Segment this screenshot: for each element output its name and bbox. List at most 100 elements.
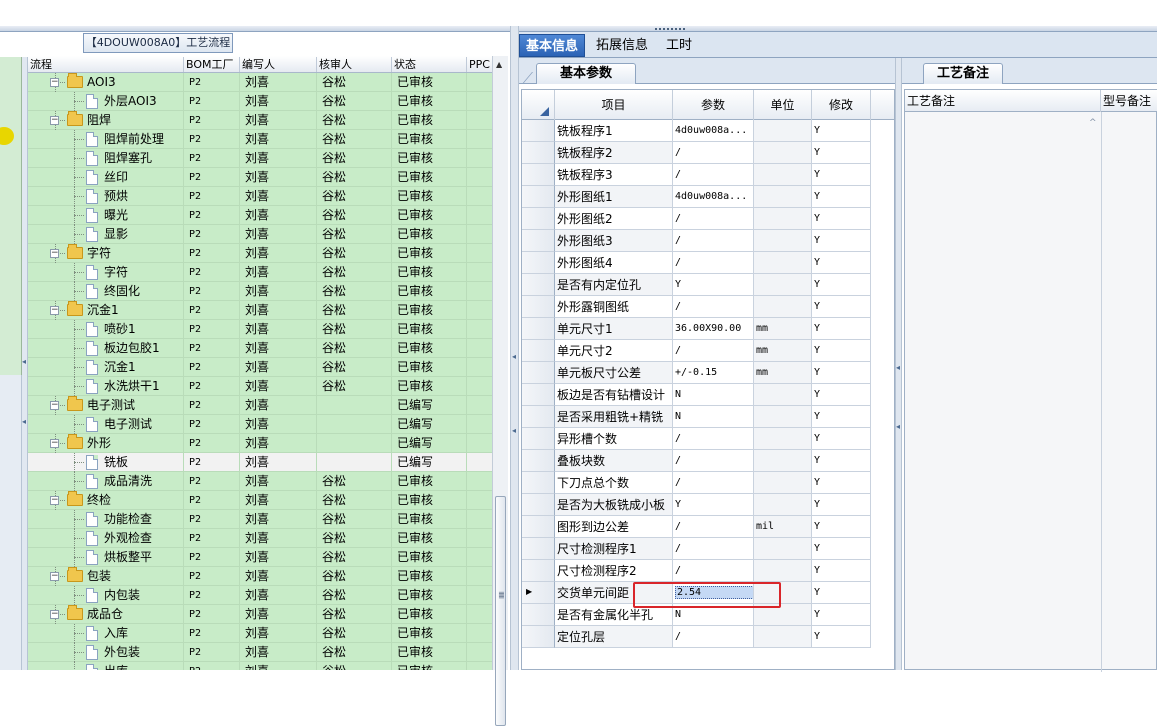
param-row[interactable]: 下刀点总个数 / Y [522,472,894,494]
param-cell-param[interactable]: / [673,428,754,450]
tree-item-row[interactable]: 显影 P2 刘喜 谷松 已审核 [28,225,492,244]
tree-item-row[interactable]: 水洗烘干1 P2 刘喜 谷松 已审核 [28,377,492,396]
notes-scroll-up-icon[interactable]: ^ [1089,118,1097,128]
row-header[interactable] [522,186,555,208]
row-header[interactable] [522,406,555,428]
param-cell-mod[interactable]: Y [812,186,871,208]
param-cell-unit[interactable] [754,274,812,296]
param-cell-param[interactable]: N [673,406,754,428]
param-cell-param[interactable]: / [673,142,754,164]
collapse-toggle-icon[interactable]: − [50,249,59,258]
param-cell-mod[interactable]: Y [812,318,871,340]
tree-item-row[interactable]: 字符 P2 刘喜 谷松 已审核 [28,263,492,282]
tree-folder-row[interactable]: − 电子测试 P2 刘喜 已编写 [28,396,492,415]
param-cell-unit[interactable] [754,164,812,186]
tree-item-row[interactable]: 曝光 P2 刘喜 谷松 已审核 [28,206,492,225]
param-cell-mod[interactable]: Y [812,340,871,362]
tree-folder-row[interactable]: − 包装 P2 刘喜 谷松 已审核 [28,567,492,586]
param-cell-unit[interactable] [754,560,812,582]
collapse-toggle-icon[interactable]: − [50,78,59,87]
tree-item-row[interactable]: 电子测试 P2 刘喜 已编写 [28,415,492,434]
col-author[interactable]: 编写人 [240,57,317,72]
param-cell-param[interactable]: / [673,208,754,230]
collapse-toggle-icon[interactable]: − [50,306,59,315]
param-cell-param[interactable]: Y [673,274,754,296]
param-cell-mod[interactable]: Y [812,428,871,450]
param-cell-unit[interactable]: mm [754,340,812,362]
param-row[interactable]: 外形露铜图纸 / Y [522,296,894,318]
param-row[interactable]: 铣板程序3/ Y [522,164,894,186]
scroll-up-icon[interactable]: ▲ [496,60,502,69]
param-row[interactable]: 板边是否有钻槽设计 N Y [522,384,894,406]
tree-item-row[interactable]: 外包装 P2 刘喜 谷松 已审核 [28,643,492,662]
param-cell-unit[interactable] [754,472,812,494]
tree-item-row[interactable]: 板边包胶1 P2 刘喜 谷松 已审核 [28,339,492,358]
param-row[interactable]: 是否有内定位孔 Y Y [522,274,894,296]
tree-item-row[interactable]: 入库 P2 刘喜 谷松 已审核 [28,624,492,643]
param-cell-mod[interactable]: Y [812,582,871,604]
param-cell-mod[interactable]: Y [812,384,871,406]
row-header[interactable] [522,362,555,384]
param-cell-param[interactable]: / [673,516,754,538]
row-header[interactable] [522,560,555,582]
param-cell-param[interactable]: / [673,164,754,186]
tree-item-row[interactable]: 阻焊前处理 P2 刘喜 谷松 已审核 [28,130,492,149]
param-row[interactable]: 尺寸检测程序2/ Y [522,560,894,582]
flow-title-tab[interactable]: 【4DOUW008A0】工艺流程 [83,33,233,53]
col-modify[interactable]: 修改 [812,90,871,120]
tree-item-row[interactable]: 沉金1 P2 刘喜 谷松 已审核 [28,358,492,377]
collapse-middle-icon[interactable]: ◂ [512,352,518,361]
tree-item-row[interactable]: 内包装 P2 刘喜 谷松 已审核 [28,586,492,605]
param-cell-param[interactable]: 36.00X90.00 [673,318,754,340]
param-cell-mod[interactable]: Y [812,472,871,494]
row-header[interactable] [522,516,555,538]
row-header[interactable] [522,340,555,362]
col-unit[interactable]: 单位 [754,90,812,120]
param-cell-param[interactable]: / [673,626,754,648]
tree-folder-row[interactable]: − 沉金1 P2 刘喜 谷松 已审核 [28,301,492,320]
tree-item-row[interactable]: 预烘 P2 刘喜 谷松 已审核 [28,187,492,206]
param-cell-param[interactable]: / [673,472,754,494]
tree-item-row[interactable]: 铣板 P2 刘喜 已编写 [28,453,492,472]
param-cell-unit[interactable] [754,384,812,406]
param-cell-mod[interactable]: Y [812,142,871,164]
param-cell-param[interactable]: / [673,252,754,274]
collapse-toggle-icon[interactable]: − [50,496,59,505]
middle-splitter[interactable]: ◂ ◂ [510,26,519,670]
collapse-right-icon-2[interactable]: ◂ [896,422,902,431]
param-cell-unit[interactable] [754,120,812,142]
param-cell-unit[interactable] [754,142,812,164]
row-header[interactable] [522,230,555,252]
row-header[interactable] [522,472,555,494]
tab-basic-info[interactable]: 基本信息 [519,34,586,57]
param-cell-param[interactable]: Y [673,494,754,516]
param-cell-unit[interactable] [754,428,812,450]
row-header-corner[interactable] [522,90,555,120]
param-cell-param[interactable]: / [673,340,754,362]
row-header[interactable] [522,208,555,230]
col-item[interactable]: 项目 [555,90,673,120]
col-process-notes[interactable]: 工艺备注 [905,90,1101,112]
param-row[interactable]: 铣板程序1 4d0uw008a... Y [522,120,894,142]
collapse-middle-icon-2[interactable]: ◂ [512,426,518,435]
row-header[interactable] [522,296,555,318]
row-header[interactable] [522,318,555,340]
tree-item-row[interactable]: 丝印 P2 刘喜 谷松 已审核 [28,168,492,187]
row-header[interactable] [522,142,555,164]
tab-basic-params[interactable]: 基本参数 [536,63,636,84]
param-cell-mod[interactable]: Y [812,604,871,626]
tree-item-row[interactable]: 终固化 P2 刘喜 谷松 已审核 [28,282,492,301]
param-row[interactable]: 外形图纸4/ Y [522,252,894,274]
param-cell-mod[interactable]: Y [812,406,871,428]
param-cell-unit[interactable]: mm [754,362,812,384]
param-row[interactable]: 是否为大板铣成小板 Y Y [522,494,894,516]
tree-item-row[interactable]: 烘板整平 P2 刘喜 谷松 已审核 [28,548,492,567]
param-cell-mod[interactable]: Y [812,230,871,252]
tab-work-hours[interactable]: 工时 [660,34,698,57]
param-cell-unit[interactable] [754,296,812,318]
col-ppc[interactable]: PPC [467,57,492,72]
param-cell-param[interactable]: +/-0.15 [673,362,754,384]
collapse-toggle-icon[interactable]: − [50,610,59,619]
param-cell-param[interactable]: 4d0uw008a... [673,186,754,208]
param-cell-param[interactable]: / [673,450,754,472]
